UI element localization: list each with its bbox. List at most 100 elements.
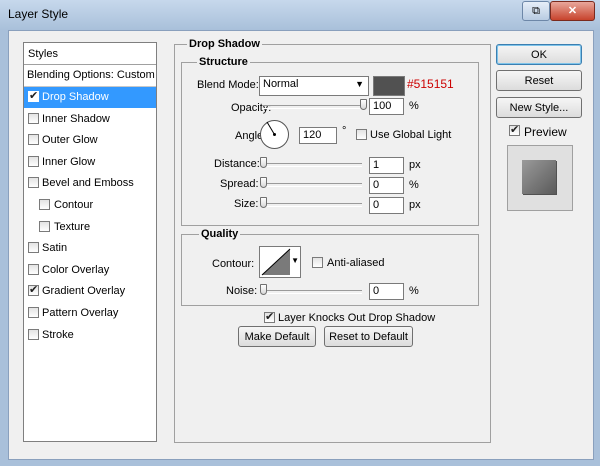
blending-options-item[interactable]: Blending Options: Custom (24, 65, 156, 87)
preview-swatch (522, 160, 556, 194)
layer-knocks-out-label: Layer Knocks Out Drop Shadow (278, 312, 436, 324)
spread-slider-thumb[interactable] (260, 177, 267, 188)
structure-title: Structure (197, 56, 250, 68)
size-input[interactable]: 0 (369, 197, 404, 214)
style-item-label: Inner Glow (42, 155, 96, 168)
style-item-checkbox[interactable] (28, 177, 39, 189)
style-item-texture[interactable]: Texture (24, 217, 156, 238)
distance-input[interactable]: 1 (369, 157, 404, 174)
preview-thumbnail (507, 145, 573, 211)
size-slider-thumb[interactable] (260, 197, 267, 208)
style-item-inner-glow[interactable]: Inner Glow (24, 152, 156, 173)
style-item-contour[interactable]: Contour (24, 195, 156, 216)
contour-linear-icon (261, 248, 291, 276)
title-bar: Layer Style ⧉ ✕ (0, 0, 600, 30)
style-item-color-overlay[interactable]: Color Overlay (24, 260, 156, 281)
style-item-checkbox[interactable]: ✔ (28, 90, 39, 102)
spread-unit: % (409, 179, 419, 191)
window-title: Layer Style (8, 7, 69, 21)
shadow-color-hex: #515151 (407, 77, 454, 91)
styles-list: Styles Blending Options: Custom ✔ Drop Sh… (23, 42, 157, 442)
style-item-checkbox[interactable] (28, 307, 39, 318)
style-item-checkbox[interactable] (28, 112, 39, 124)
reset-to-default-button[interactable]: Reset to Default (324, 326, 413, 347)
use-global-light-checkbox[interactable] (356, 129, 367, 140)
noise-unit: % (409, 285, 419, 297)
spread-input[interactable]: 0 (369, 177, 404, 194)
spread-slider[interactable] (262, 183, 362, 187)
noise-slider[interactable] (262, 290, 362, 294)
style-item-label: Satin (42, 242, 68, 255)
preview-label: Preview (524, 125, 567, 139)
style-item-checkbox[interactable] (28, 155, 39, 167)
style-item-checkbox[interactable] (28, 263, 39, 275)
distance-unit: px (409, 159, 421, 171)
new-style-button[interactable]: New Style... (496, 97, 582, 118)
noise-label: Noise: (226, 285, 258, 297)
style-item-inner-shadow[interactable]: Inner Shadow (24, 109, 156, 130)
use-global-light-label: Use Global Light (370, 129, 452, 141)
opacity-unit: % (409, 100, 419, 112)
blend-mode-value: Normal (263, 78, 299, 90)
style-item-checkbox[interactable] (28, 134, 39, 146)
layer-knocks-out-checkbox[interactable]: ✔ (264, 311, 275, 323)
reset-button[interactable]: Reset (496, 70, 582, 91)
shadow-color-swatch[interactable] (373, 76, 405, 96)
style-item-checkbox[interactable] (39, 199, 50, 210)
preview-checkbox[interactable]: ✔ (509, 124, 520, 136)
style-item-label: Bevel and Emboss (42, 177, 134, 190)
style-item-gradient-overlay[interactable]: ✔ Gradient Overlay (24, 281, 156, 302)
distance-label: Distance: (214, 158, 260, 170)
style-item-label: Color Overlay (42, 263, 110, 276)
style-item-bevel-and-emboss[interactable]: Bevel and Emboss (24, 173, 156, 194)
size-slider[interactable] (262, 203, 362, 207)
angle-dial-icon (260, 120, 289, 149)
contour-picker[interactable]: ▼ (259, 246, 301, 278)
style-item-satin[interactable]: Satin (24, 238, 156, 259)
dialog-body: Styles Blending Options: Custom ✔ Drop Sh… (8, 30, 594, 460)
style-item-label: Outer Glow (42, 134, 98, 147)
chevron-down-icon: ▼ (291, 256, 299, 265)
opacity-slider[interactable] (262, 105, 362, 109)
checkmark-icon: ✔ (265, 311, 275, 323)
style-item-label: Inner Shadow (42, 112, 110, 125)
noise-input[interactable]: 0 (369, 283, 404, 300)
blend-mode-select[interactable]: Normal ▼ (259, 76, 369, 96)
style-item-pattern-overlay[interactable]: Pattern Overlay (24, 303, 156, 324)
layer-style-window: Layer Style ⧉ ✕ Styles Blending Options:… (0, 0, 600, 466)
angle-unit: ° (342, 125, 347, 137)
style-item-stroke[interactable]: Stroke (24, 325, 156, 346)
angle-dial[interactable] (259, 119, 290, 150)
ok-button[interactable]: OK (496, 44, 582, 65)
distance-slider[interactable] (262, 163, 362, 167)
style-item-checkbox[interactable] (39, 220, 50, 232)
make-default-button[interactable]: Make Default (238, 326, 316, 347)
opacity-input[interactable]: 100 (369, 98, 404, 115)
chevron-down-icon: ▼ (355, 79, 364, 89)
angle-input[interactable]: 120 (299, 127, 337, 144)
restore-icon[interactable]: ⧉ (522, 1, 550, 21)
close-icon[interactable]: ✕ (550, 1, 595, 21)
style-item-checkbox[interactable]: ✔ (28, 284, 39, 297)
size-unit: px (409, 199, 421, 211)
style-item-label: Stroke (42, 328, 74, 341)
style-item-outer-glow[interactable]: Outer Glow (24, 130, 156, 151)
checkmark-icon: ✔ (510, 124, 520, 136)
style-item-label: Contour (54, 199, 94, 211)
style-item-checkbox[interactable] (28, 328, 39, 340)
quality-title: Quality (199, 228, 241, 240)
style-item-label: Pattern Overlay (42, 307, 119, 319)
style-item-checkbox[interactable] (28, 242, 39, 254)
blend-mode-label: Blend Mode: (197, 79, 259, 91)
noise-slider-thumb[interactable] (260, 284, 267, 295)
style-item-drop-shadow[interactable]: ✔ Drop Shadow (24, 87, 156, 108)
opacity-slider-thumb[interactable] (360, 99, 367, 110)
anti-aliased-label: Anti-aliased (327, 257, 385, 269)
anti-aliased-checkbox[interactable] (312, 257, 323, 268)
size-label: Size: (234, 198, 259, 210)
distance-slider-thumb[interactable] (260, 157, 267, 168)
checkmark-icon: ✔ (29, 90, 39, 102)
spread-label: Spread: (220, 178, 259, 190)
styles-list-header[interactable]: Styles (24, 43, 156, 65)
blending-options-label: Blending Options: Custom (27, 69, 155, 81)
